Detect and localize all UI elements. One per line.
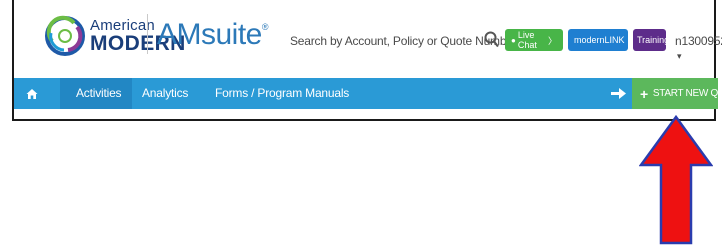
nav-activities[interactable]: Activities — [60, 78, 132, 109]
training-label: Training — [637, 35, 670, 45]
training-button[interactable]: Training 〉 — [633, 29, 682, 51]
start-new-quote-button[interactable]: + START NEW QUOTE — [632, 78, 722, 109]
nav-forms-program-manuals[interactable]: Forms / Program Manuals — [215, 78, 349, 109]
top-header: American MODERN AMsuite® Search by Accou… — [14, 0, 722, 78]
logo-swirl-icon — [45, 15, 85, 56]
app-window: American MODERN AMsuite® Search by Accou… — [12, 0, 722, 121]
username: n1300952 — [675, 34, 722, 48]
chat-icon: ● — [511, 35, 516, 45]
registered-mark: ® — [261, 22, 269, 32]
plus-icon: + — [640, 85, 648, 102]
modernlink-button[interactable]: modernLINK 〉 — [568, 29, 638, 51]
right-arrow-icon[interactable] — [610, 85, 627, 107]
home-icon — [26, 88, 38, 99]
home-button[interactable] — [14, 78, 50, 109]
live-chat-label: Live Chat — [517, 30, 537, 50]
main-nav-bar: Activities Analytics Forms / Program Man… — [14, 78, 722, 109]
live-chat-button[interactable]: ● Live Chat 〉 — [505, 29, 563, 51]
nav-analytics[interactable]: Analytics — [142, 78, 188, 109]
amsuite-text: AMsuite — [157, 18, 262, 51]
start-new-quote-label: START NEW QUOTE — [652, 88, 722, 99]
user-menu[interactable]: n1300952 ▾ — [675, 34, 722, 62]
amsuite-product-name[interactable]: AMsuite® — [157, 18, 269, 52]
search-icon[interactable] — [484, 31, 500, 54]
annotation-up-arrow — [639, 115, 713, 245]
chevron-down-icon: ▾ — [677, 51, 682, 61]
logo-divider — [147, 14, 148, 54]
modernlink-label: modernLINK — [574, 35, 625, 45]
search-input[interactable]: Search by Account, Policy or Quote Numbe… — [290, 34, 517, 48]
chevron-right-icon: 〉 — [547, 35, 557, 46]
